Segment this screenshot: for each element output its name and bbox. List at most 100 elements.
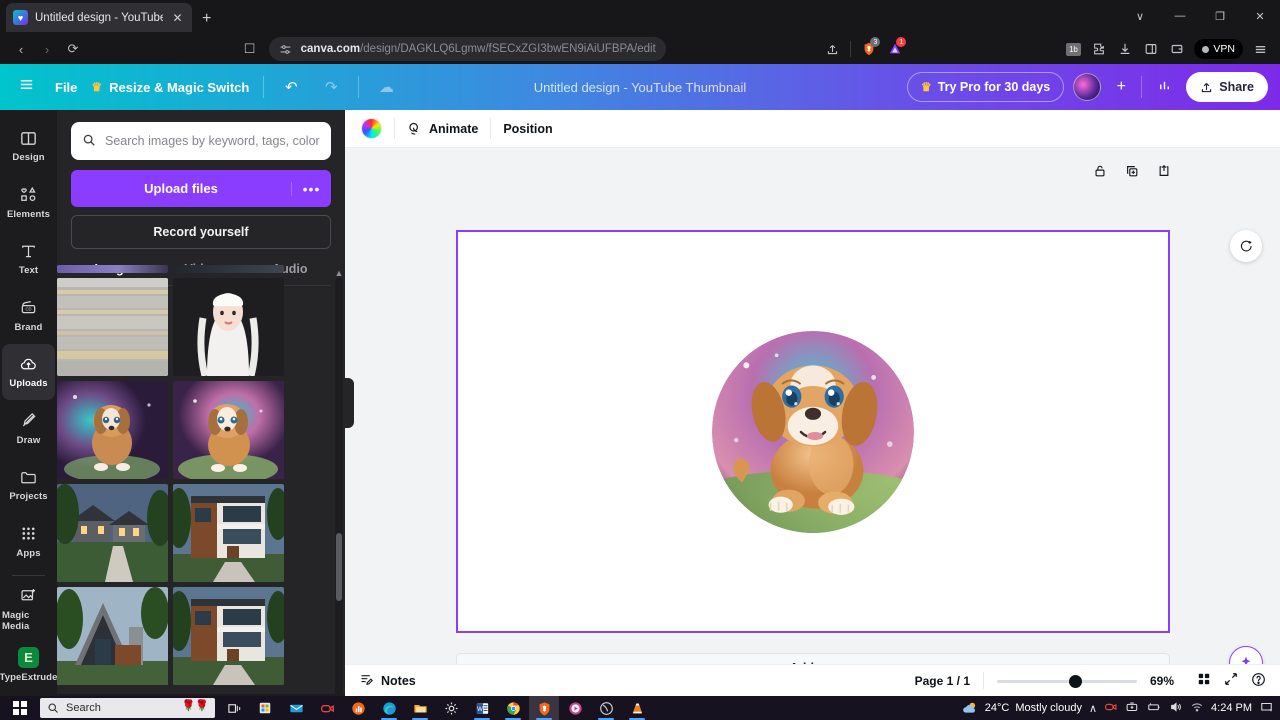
resize-magic-switch-button[interactable]: ♛ Resize & Magic Switch: [91, 80, 249, 95]
scrollbar-thumb[interactable]: [336, 533, 342, 601]
try-pro-button[interactable]: ♛ Try Pro for 30 days: [906, 72, 1065, 102]
reload-button[interactable]: ⟳: [60, 37, 86, 61]
orange-chart-icon[interactable]: [343, 696, 373, 720]
sidebar-item-projects[interactable]: Projects: [2, 457, 55, 513]
panel-scrollbar[interactable]: [335, 278, 343, 720]
record-yourself-button[interactable]: Record yourself: [71, 215, 331, 249]
forward-button[interactable]: ›: [34, 37, 60, 61]
address-bar[interactable]: canva.com/design/DAGKLQ6Lgmw/fSECxZGI3bw…: [268, 37, 666, 61]
list-item[interactable]: [173, 278, 284, 376]
position-button[interactable]: Position: [503, 122, 552, 136]
canva-menu-icon[interactable]: [12, 76, 41, 98]
notifications-icon[interactable]: [1259, 700, 1274, 717]
animate-button[interactable]: Animate: [407, 121, 478, 137]
cloud-sync-icon[interactable]: ☁: [373, 78, 399, 96]
edge-icon[interactable]: [374, 696, 404, 720]
tray-expand-icon[interactable]: ∧: [1089, 702, 1097, 715]
camera-recorder-icon[interactable]: [312, 696, 342, 720]
bar-chart-icon[interactable]: [1151, 78, 1177, 97]
microsoft-store-icon[interactable]: [250, 696, 280, 720]
list-item[interactable]: [173, 381, 284, 479]
vlc-icon[interactable]: [622, 696, 652, 720]
share-icon[interactable]: [820, 37, 844, 61]
share-button[interactable]: Share: [1186, 72, 1268, 102]
zoom-handle[interactable]: [1069, 674, 1082, 688]
panel-collapse-handle[interactable]: [345, 378, 354, 428]
maximize-button[interactable]: ❐: [1200, 0, 1240, 32]
document-title[interactable]: Untitled design - YouTube Thumbnail: [534, 80, 746, 95]
sidebar-item-brand[interactable]: CD Brand: [2, 288, 55, 344]
start-button[interactable]: [0, 696, 40, 720]
puzzle-icon[interactable]: [1087, 37, 1111, 61]
undo-icon[interactable]: ↶: [278, 78, 304, 96]
file-explorer-icon[interactable]: [405, 696, 435, 720]
sidebar-item-typeextrude[interactable]: E TypeExtrude: [0, 637, 57, 693]
notes-button[interactable]: Notes: [359, 672, 416, 690]
file-menu[interactable]: File: [55, 80, 77, 95]
close-window-button[interactable]: ✕: [1240, 0, 1280, 32]
mail-icon[interactable]: [281, 696, 311, 720]
close-icon[interactable]: ✕: [170, 11, 185, 25]
taskbar-search[interactable]: Search 🌹🌹: [40, 698, 215, 718]
list-item[interactable]: [173, 265, 284, 273]
design-canvas[interactable]: [456, 230, 1170, 633]
notification-triangle-icon[interactable]: 1: [883, 37, 907, 61]
wifi-icon[interactable]: [1190, 700, 1204, 717]
list-item[interactable]: [57, 381, 168, 479]
avatar[interactable]: [1073, 73, 1102, 101]
taskbar-clock[interactable]: 4:24 PM: [1211, 702, 1252, 714]
settings-gear-icon[interactable]: [436, 696, 466, 720]
battery-icon[interactable]: [1146, 700, 1162, 717]
help-icon[interactable]: [1251, 672, 1266, 690]
tray-camera-icon[interactable]: [1125, 700, 1139, 717]
brave-icon[interactable]: [529, 696, 559, 720]
bookmark-icon[interactable]: ☐: [237, 37, 263, 61]
volume-icon[interactable]: [1169, 700, 1183, 717]
search-input[interactable]: [105, 134, 320, 148]
media-player-icon[interactable]: [560, 696, 590, 720]
expand-icon[interactable]: [1224, 672, 1238, 689]
vpn-button[interactable]: VPN: [1194, 39, 1244, 59]
tab-search-icon[interactable]: ∨: [1120, 0, 1160, 32]
download-icon[interactable]: [1113, 37, 1137, 61]
wallet-icon[interactable]: [1165, 37, 1189, 61]
upload-options-button[interactable]: •••: [291, 181, 331, 196]
zoom-slider[interactable]: [997, 674, 1137, 688]
duplicate-icon[interactable]: [1125, 164, 1139, 181]
list-item[interactable]: [57, 278, 168, 376]
browser-tab[interactable]: ♥ Untitled design - YouTube Thum ✕: [6, 3, 192, 32]
tray-recorder-icon[interactable]: [1104, 700, 1118, 717]
list-item[interactable]: [173, 587, 284, 685]
sidebar-item-text[interactable]: Text: [2, 231, 55, 287]
upload-files-button[interactable]: Upload files: [71, 181, 291, 196]
back-button[interactable]: ‹: [8, 37, 34, 61]
color-wheel-icon[interactable]: [361, 118, 382, 139]
add-collaborator-button[interactable]: +: [1110, 78, 1132, 96]
search-bar[interactable]: [71, 122, 331, 160]
task-view-icon[interactable]: [219, 696, 249, 720]
word-icon[interactable]: W: [467, 696, 497, 720]
weather-widget[interactable]: 24°C Mostly cloudy: [961, 700, 1082, 716]
sidebar-icon[interactable]: [1139, 37, 1163, 61]
scroll-up-arrow[interactable]: ▲: [334, 268, 344, 278]
firefox-icon[interactable]: [591, 696, 621, 720]
sidebar-item-draw[interactable]: Draw: [2, 401, 55, 457]
1b-extension-icon[interactable]: 1b: [1061, 37, 1085, 61]
add-page-icon[interactable]: [1157, 164, 1171, 181]
list-item[interactable]: [173, 484, 284, 582]
brave-shields-icon[interactable]: 3: [857, 37, 881, 61]
list-item[interactable]: [57, 265, 168, 273]
redo-icon[interactable]: ↷: [318, 78, 344, 96]
lock-icon[interactable]: [1093, 164, 1107, 181]
browser-menu-icon[interactable]: [1248, 37, 1272, 61]
sidebar-item-uploads[interactable]: Uploads: [2, 344, 55, 400]
minimize-button[interactable]: —: [1160, 0, 1200, 32]
sidebar-item-apps[interactable]: Apps: [2, 514, 55, 570]
list-item[interactable]: [57, 587, 168, 685]
puppy-circle-image[interactable]: [712, 330, 914, 533]
sidebar-item-elements[interactable]: Elements: [2, 175, 55, 231]
grid-view-icon[interactable]: [1197, 672, 1211, 689]
sidebar-item-magic-media[interactable]: Magic Media: [2, 581, 55, 637]
chrome-icon[interactable]: [498, 696, 528, 720]
site-settings-icon[interactable]: [279, 37, 293, 61]
